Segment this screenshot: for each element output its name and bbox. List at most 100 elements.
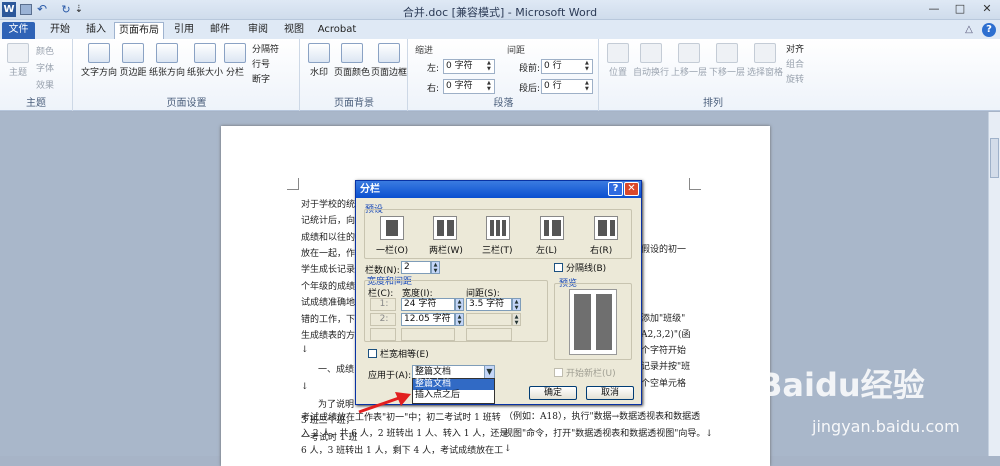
doc-line-left: 对于学校的统 <box>301 200 356 210</box>
size-button[interactable]: 纸张大小 <box>186 43 224 78</box>
doc-line-left: 生成绩表的方 <box>301 331 356 341</box>
space-after-input[interactable]: 0 行 <box>541 79 593 94</box>
page-borders-button[interactable]: 页面边框 <box>371 43 407 78</box>
spacing-spinner-1[interactable]: ▲ ▼ <box>512 298 521 311</box>
doc-line-right: 记录并按"班 <box>641 362 691 372</box>
spacing-input-1[interactable]: 3.5 字符 <box>466 298 512 311</box>
vertical-scrollbar[interactable] <box>988 112 1000 456</box>
theme-effects[interactable]: 效果 <box>36 78 54 91</box>
tab-home[interactable]: 开始 <box>42 22 78 39</box>
spacing-label: 间距 <box>507 46 526 56</box>
tab-page-layout[interactable]: 页面布局 <box>114 22 164 39</box>
minimize-button[interactable]: — <box>922 2 946 17</box>
group-page-background: 水印 页面颜色 页面边框 页面背景 <box>301 39 408 111</box>
doc-line-left: ↓ <box>301 382 309 392</box>
width-input-1[interactable]: 24 字符 <box>401 298 455 311</box>
page-borders-icon <box>378 43 400 63</box>
maximize-button[interactable]: □ <box>948 2 972 17</box>
indent-left-input[interactable]: 0 字符 <box>443 59 495 74</box>
doc-line-right: 添加"班级" <box>641 314 686 324</box>
preset-label[interactable]: 左(L) <box>536 243 557 256</box>
position-button[interactable]: 位置 <box>604 43 632 78</box>
preset-label[interactable]: 一栏(O) <box>376 243 408 256</box>
tab-insert[interactable]: 插入 <box>80 22 112 39</box>
apply-option-whole-document[interactable]: 整篇文档 <box>413 379 494 390</box>
theme-fonts[interactable]: 字体 <box>36 61 54 74</box>
tab-references[interactable]: 引用 <box>168 22 200 39</box>
bring-forward-button[interactable]: 上移一层 <box>670 43 708 78</box>
rotate-button[interactable]: 旋转 <box>786 72 804 85</box>
position-icon <box>607 43 629 63</box>
preset-label[interactable]: 两栏(W) <box>429 243 463 256</box>
tab-review[interactable]: 审阅 <box>242 22 274 39</box>
ribbon: 主题 颜色 字体 效果 主题 文字方向 页边距 纸张方向 纸张大小 分栏 分隔符… <box>0 39 1000 111</box>
apply-to-select[interactable]: 整篇文档 <box>412 365 494 379</box>
preset-label[interactable]: 三栏(T) <box>482 243 513 256</box>
help-icon[interactable]: ? <box>982 23 996 37</box>
collapse-ribbon-icon[interactable]: △ <box>962 22 976 39</box>
cancel-button[interactable]: 取消 <box>586 386 634 400</box>
close-button[interactable]: ✕ <box>974 2 1000 17</box>
group-label-arrange: 排列 <box>703 98 723 109</box>
width-input-3 <box>401 328 455 341</box>
breaks-button[interactable]: 分隔符 <box>252 42 279 55</box>
width-spinner-2[interactable]: ▲ ▼ <box>455 313 464 326</box>
preset-right-icon[interactable] <box>594 216 618 240</box>
preset-three-icon[interactable] <box>486 216 510 240</box>
apply-to-dropdown-icon[interactable]: ▼ <box>484 365 495 379</box>
space-before-input[interactable]: 0 行 <box>541 59 593 74</box>
line-between-checkbox[interactable]: 分隔线(B) <box>554 261 606 274</box>
hyphenation-button[interactable]: 断字 <box>252 72 270 85</box>
preset-left-icon[interactable] <box>540 216 564 240</box>
theme-colors[interactable]: 颜色 <box>36 44 54 57</box>
doc-line-right: （例如：A18），执行"数据→数据透视表和数据透 <box>504 412 701 422</box>
indent-right-input[interactable]: 0 字符 <box>443 79 495 94</box>
dialog-close-button[interactable]: ✕ <box>624 182 639 196</box>
tab-file[interactable]: 文件 <box>2 22 35 39</box>
text-direction-button[interactable]: 文字方向 <box>80 43 118 78</box>
group-paragraph: 缩进 间距 左: 0 字符 右: 0 字符 段前: 0 行 段后: 0 行 段落 <box>409 39 599 111</box>
watermark-button[interactable]: 水印 <box>306 43 332 78</box>
crop-mark-right <box>689 178 701 190</box>
selection-pane-button[interactable]: 选择窗格 <box>746 43 784 78</box>
page-color-button[interactable]: 页面颜色 <box>333 43 371 78</box>
col-number-2: 2: <box>370 313 396 326</box>
text-direction-icon <box>88 43 110 63</box>
send-backward-button[interactable]: 下移一层 <box>708 43 746 78</box>
ribbon-tabs: 文件 开始 插入 页面布局 引用 邮件 审阅 视图 Acrobat △ ? <box>0 20 1000 39</box>
columns-button[interactable]: 分栏 <box>224 43 246 78</box>
apply-option-after-insertion[interactable]: 插入点之后 <box>413 390 494 401</box>
ok-button[interactable]: 确定 <box>529 386 577 400</box>
equal-width-checkbox[interactable]: 栏宽相等(E) <box>368 347 429 360</box>
dialog-help-button[interactable]: ? <box>608 182 623 196</box>
num-columns-spinner[interactable]: ▲ ▼ <box>431 261 440 274</box>
margins-button[interactable]: 页边距 <box>118 43 148 78</box>
preview-column-1 <box>574 294 591 350</box>
scrollbar-thumb[interactable] <box>990 138 999 178</box>
align-button[interactable]: 对齐 <box>786 42 804 55</box>
doc-line-left: 成绩和以往的 <box>301 233 356 243</box>
watermark-logo: Baidu经验 <box>758 366 925 404</box>
dialog-title: 分栏 <box>360 184 380 195</box>
preset-two-icon[interactable] <box>433 216 457 240</box>
num-columns-input[interactable]: 2 <box>401 261 431 274</box>
col-number-1: 1: <box>370 298 396 311</box>
group-theme: 主题 颜色 字体 效果 主题 <box>0 39 73 111</box>
orientation-button[interactable]: 纸张方向 <box>148 43 186 78</box>
preset-one-icon[interactable] <box>380 216 404 240</box>
columns-dialog: 分栏 ? ✕ 预设 一栏(O) 两栏(W) 三栏(T) 左(L) 右(R) 栏数(N):… <box>355 180 642 405</box>
theme-button[interactable]: 主题 <box>4 43 32 78</box>
tab-acrobat[interactable]: Acrobat <box>314 22 360 39</box>
title-bar: W ↶ ↻ ⇣ 合并.doc [兼容模式] - Microsoft Word —… <box>0 0 1000 20</box>
equal-width-box <box>368 349 377 358</box>
width-input-2[interactable]: 12.05 字符 <box>401 313 455 326</box>
group-button[interactable]: 组合 <box>786 57 804 70</box>
doc-line-left: 一、成绩 <box>318 365 355 375</box>
line-numbers-button[interactable]: 行号 <box>252 57 270 70</box>
width-spinner-1[interactable]: ▲ ▼ <box>455 298 464 311</box>
doc-line-left: 个年级的成绩 <box>301 282 356 292</box>
tab-view[interactable]: 视图 <box>278 22 310 39</box>
preset-label[interactable]: 右(R) <box>590 243 612 256</box>
tab-mailings[interactable]: 邮件 <box>204 22 236 39</box>
wrap-text-button[interactable]: 自动换行 <box>632 43 670 78</box>
